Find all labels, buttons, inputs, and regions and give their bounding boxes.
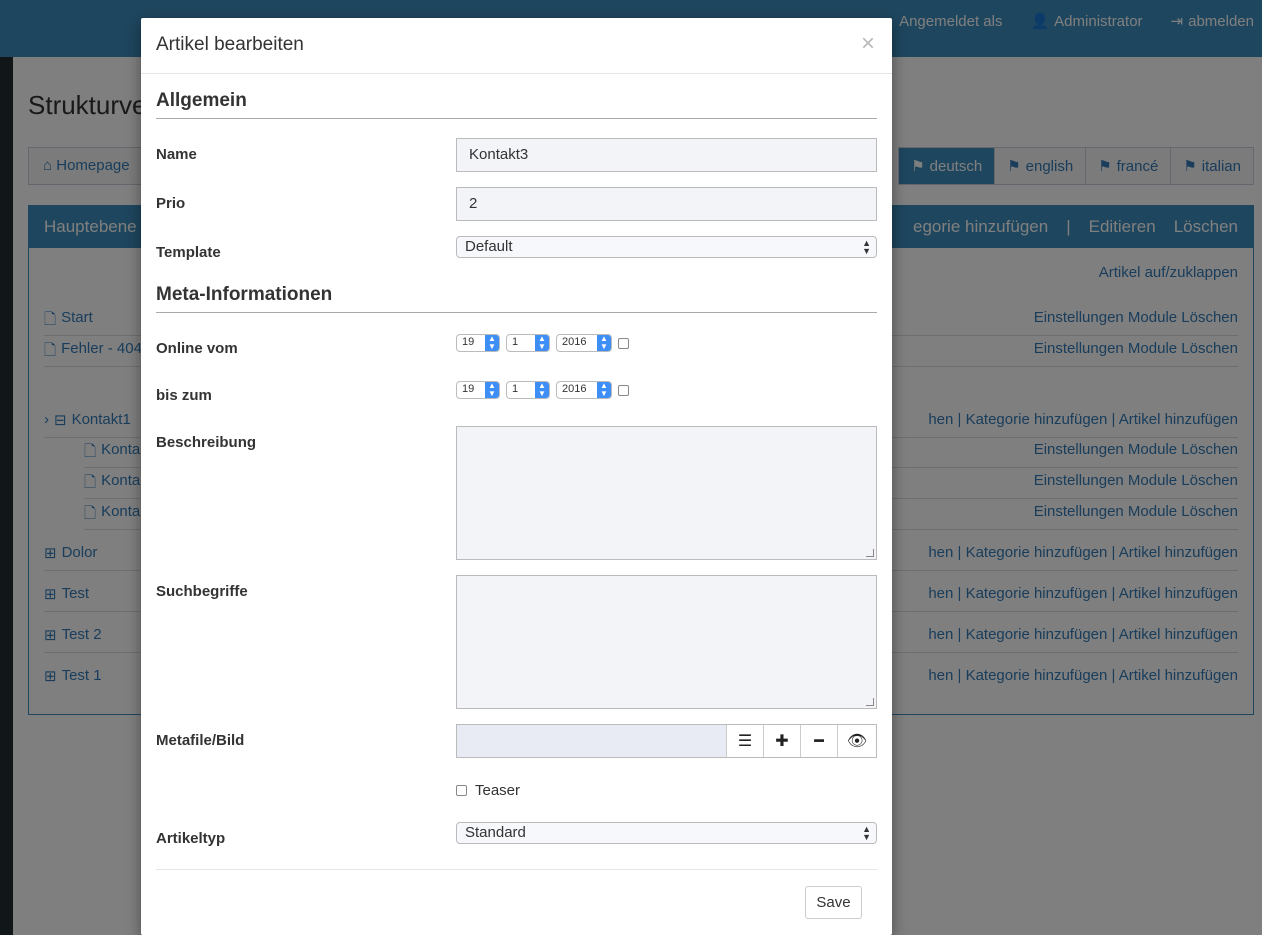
section-general: Allgemein (156, 90, 877, 119)
modal-title: Artikel bearbeiten (156, 34, 304, 55)
until-year-select[interactable]: 2016 ▲ ▼ (556, 381, 612, 399)
template-select[interactable]: Default ▲ ▼ (456, 236, 877, 258)
section-meta: Meta-Informationen (156, 284, 877, 313)
list-icon: ☰ (737, 733, 753, 750)
resize-handle-icon[interactable] (866, 698, 874, 706)
until-label: bis zum (156, 387, 212, 404)
online-from-label: Online vom (156, 340, 238, 357)
teaser-option[interactable]: Teaser (456, 782, 520, 799)
name-input[interactable]: Kontakt3 (456, 138, 877, 172)
save-button[interactable]: Save (805, 886, 862, 919)
metafile-label: Metafile/Bild (156, 732, 245, 749)
add-media-button[interactable]: ✚ (763, 725, 800, 757)
prio-input[interactable]: 2 (456, 187, 877, 221)
prio-label: Prio (156, 195, 186, 212)
article-type-select[interactable]: Standard ▲ ▼ (456, 822, 877, 844)
keywords-textarea[interactable] (456, 575, 877, 709)
modal-header: Artikel bearbeiten × (141, 18, 892, 74)
teaser-checkbox[interactable] (456, 785, 467, 796)
plus-icon: ✚ (775, 733, 789, 750)
metafile-widget: ☰ ✚ ━ 👁 (456, 724, 877, 758)
description-textarea[interactable] (456, 426, 877, 560)
edit-article-modal: Artikel bearbeiten × Allgemein Name Kont… (141, 18, 892, 935)
online-from-date: 19 ▲ ▼ 1 ▲ ▼ 2016 ▲ ▼ (456, 334, 629, 352)
eye-icon: 👁 (846, 733, 868, 750)
name-label: Name (156, 146, 197, 163)
stepper-icon: ▲ ▼ (485, 335, 499, 351)
stepper-icon: ▲ ▼ (535, 335, 549, 351)
stepper-icon: ▲ ▼ (597, 335, 611, 351)
teaser-label: Teaser (475, 782, 521, 799)
until-date: 19 ▲ ▼ 1 ▲ ▼ 2016 ▲ ▼ (456, 381, 629, 399)
online-year-select[interactable]: 2016 ▲ ▼ (556, 334, 612, 352)
online-from-checkbox[interactable] (618, 337, 629, 349)
footer-divider (156, 869, 877, 870)
metafile-input[interactable] (457, 725, 726, 757)
select-arrows-icon: ▲ ▼ (862, 238, 871, 256)
stepper-icon: ▲ ▼ (597, 382, 611, 398)
close-icon[interactable]: × (861, 30, 875, 58)
resize-handle-icon[interactable] (866, 549, 874, 557)
stepper-icon: ▲ ▼ (485, 382, 499, 398)
remove-media-button[interactable]: ━ (800, 725, 837, 757)
select-arrows-icon: ▲ ▼ (862, 824, 871, 842)
keywords-label: Suchbegriffe (156, 583, 248, 600)
description-label: Beschreibung (156, 434, 257, 451)
stepper-icon: ▲ ▼ (535, 382, 549, 398)
template-label: Template (156, 244, 221, 261)
minus-icon: ━ (814, 733, 824, 750)
online-month-select[interactable]: 1 ▲ ▼ (506, 334, 550, 352)
view-media-button[interactable]: 👁 (837, 725, 876, 757)
until-day-select[interactable]: 19 ▲ ▼ (456, 381, 500, 399)
open-mediapool-button[interactable]: ☰ (726, 725, 763, 757)
until-month-select[interactable]: 1 ▲ ▼ (506, 381, 550, 399)
online-day-select[interactable]: 19 ▲ ▼ (456, 334, 500, 352)
article-type-label: Artikeltyp (156, 830, 226, 847)
until-checkbox[interactable] (618, 384, 629, 396)
